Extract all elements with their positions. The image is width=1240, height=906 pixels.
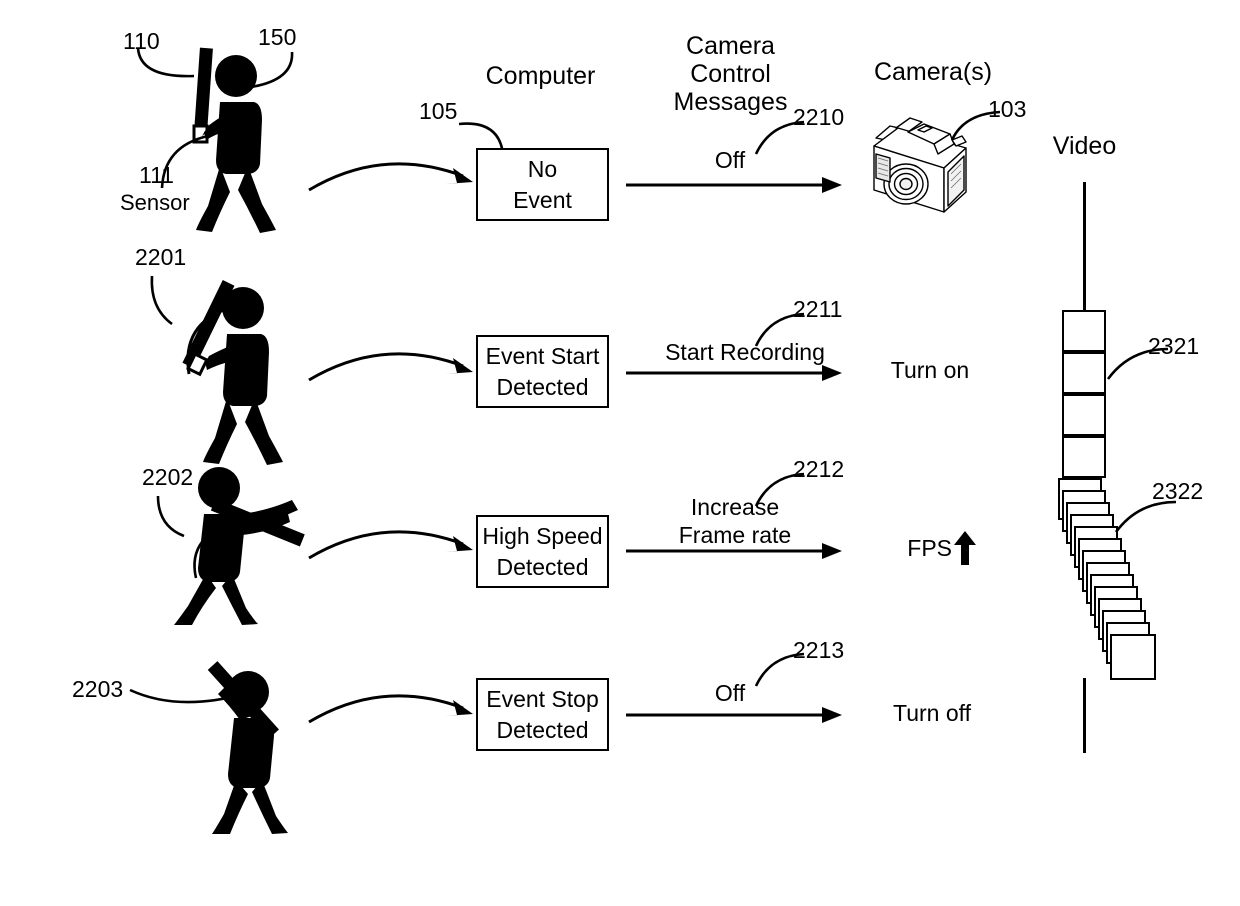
video-frame-normal-3 [1062, 394, 1106, 436]
column-header-cameras: Camera(s) [873, 58, 993, 86]
video-frame-normal-1 [1062, 310, 1106, 352]
flow-arrow-subject-to-computer-row2 [308, 352, 473, 382]
video-frame-normal-2 [1062, 352, 1106, 394]
column-header-video: Video [1052, 132, 1117, 160]
leader-line-150 [243, 51, 294, 90]
state-box-no-event[interactable]: No Event [476, 148, 609, 221]
state-box-event-stop-line1: Event Stop [486, 686, 599, 713]
state-box-event-stop-detected[interactable]: Event Stop Detected [476, 678, 609, 751]
message-arrow-row1 [626, 177, 842, 193]
video-frame-highrate-14 [1110, 634, 1156, 680]
ref-label-2321: 2321 [1148, 333, 1200, 359]
column-header-camera-control-messages-line2: Control [690, 60, 771, 88]
ref-label-2201: 2201 [135, 244, 187, 270]
patent-figure-canvas: Computer Camera Control Messages Camera(… [0, 0, 1240, 906]
flow-arrow-subject-to-computer-row4 [308, 694, 473, 724]
ref-label-2202: 2202 [142, 464, 194, 490]
camera-action-fps: FPS [907, 535, 952, 561]
ref-label-103: 103 [988, 96, 1027, 122]
message-arrow-row2 [626, 365, 842, 381]
state-box-event-stop-line2: Detected [496, 716, 589, 743]
ref-label-2212: 2212 [793, 456, 845, 482]
leader-line-2203 [129, 688, 245, 704]
ref-label-2213: 2213 [793, 637, 845, 663]
column-header-camera-control-messages-line1: Camera [686, 32, 775, 60]
ref-label-150: 150 [258, 24, 297, 50]
ref-label-111: 111 [139, 162, 174, 188]
state-box-high-speed-line1: High Speed [482, 523, 603, 550]
video-timeline-line-top [1083, 182, 1086, 312]
ref-label-105: 105 [419, 98, 458, 124]
ref-label-110: 110 [123, 28, 160, 54]
flow-arrow-subject-to-computer-row3 [308, 530, 473, 560]
ref-label-2203: 2203 [72, 676, 124, 702]
state-box-no-event-line1: No [527, 156, 558, 183]
column-header-camera-control-messages-line3: Messages [673, 88, 788, 116]
video-timeline-line-bottom [1083, 678, 1086, 753]
ref-label-2211: 2211 [793, 296, 843, 322]
message-arrow-row3 [626, 543, 842, 559]
state-box-high-speed-detected[interactable]: High Speed Detected [476, 515, 609, 588]
camera-action-turn-on: Turn on [890, 357, 970, 383]
video-frame-normal-4 [1062, 436, 1106, 478]
state-box-event-start-line2: Detected [496, 373, 589, 400]
state-box-event-start-line1: Event Start [485, 343, 600, 370]
state-box-event-start-detected[interactable]: Event Start Detected [476, 335, 609, 408]
fps-up-arrow-icon [954, 531, 976, 565]
state-box-no-event-line2: Event [513, 186, 572, 213]
camera-action-turn-off: Turn off [893, 700, 971, 726]
leader-line-2202 [156, 495, 185, 538]
flow-arrow-subject-to-computer-row1 [308, 162, 473, 192]
leader-line-2201 [150, 275, 173, 326]
label-sensor: Sensor [120, 190, 190, 215]
column-header-computer: Computer [485, 62, 596, 90]
ref-label-2322: 2322 [1152, 478, 1204, 504]
message-arrow-row4 [626, 707, 842, 723]
ref-label-2210: 2210 [793, 104, 845, 130]
state-box-high-speed-line2: Detected [496, 553, 589, 580]
